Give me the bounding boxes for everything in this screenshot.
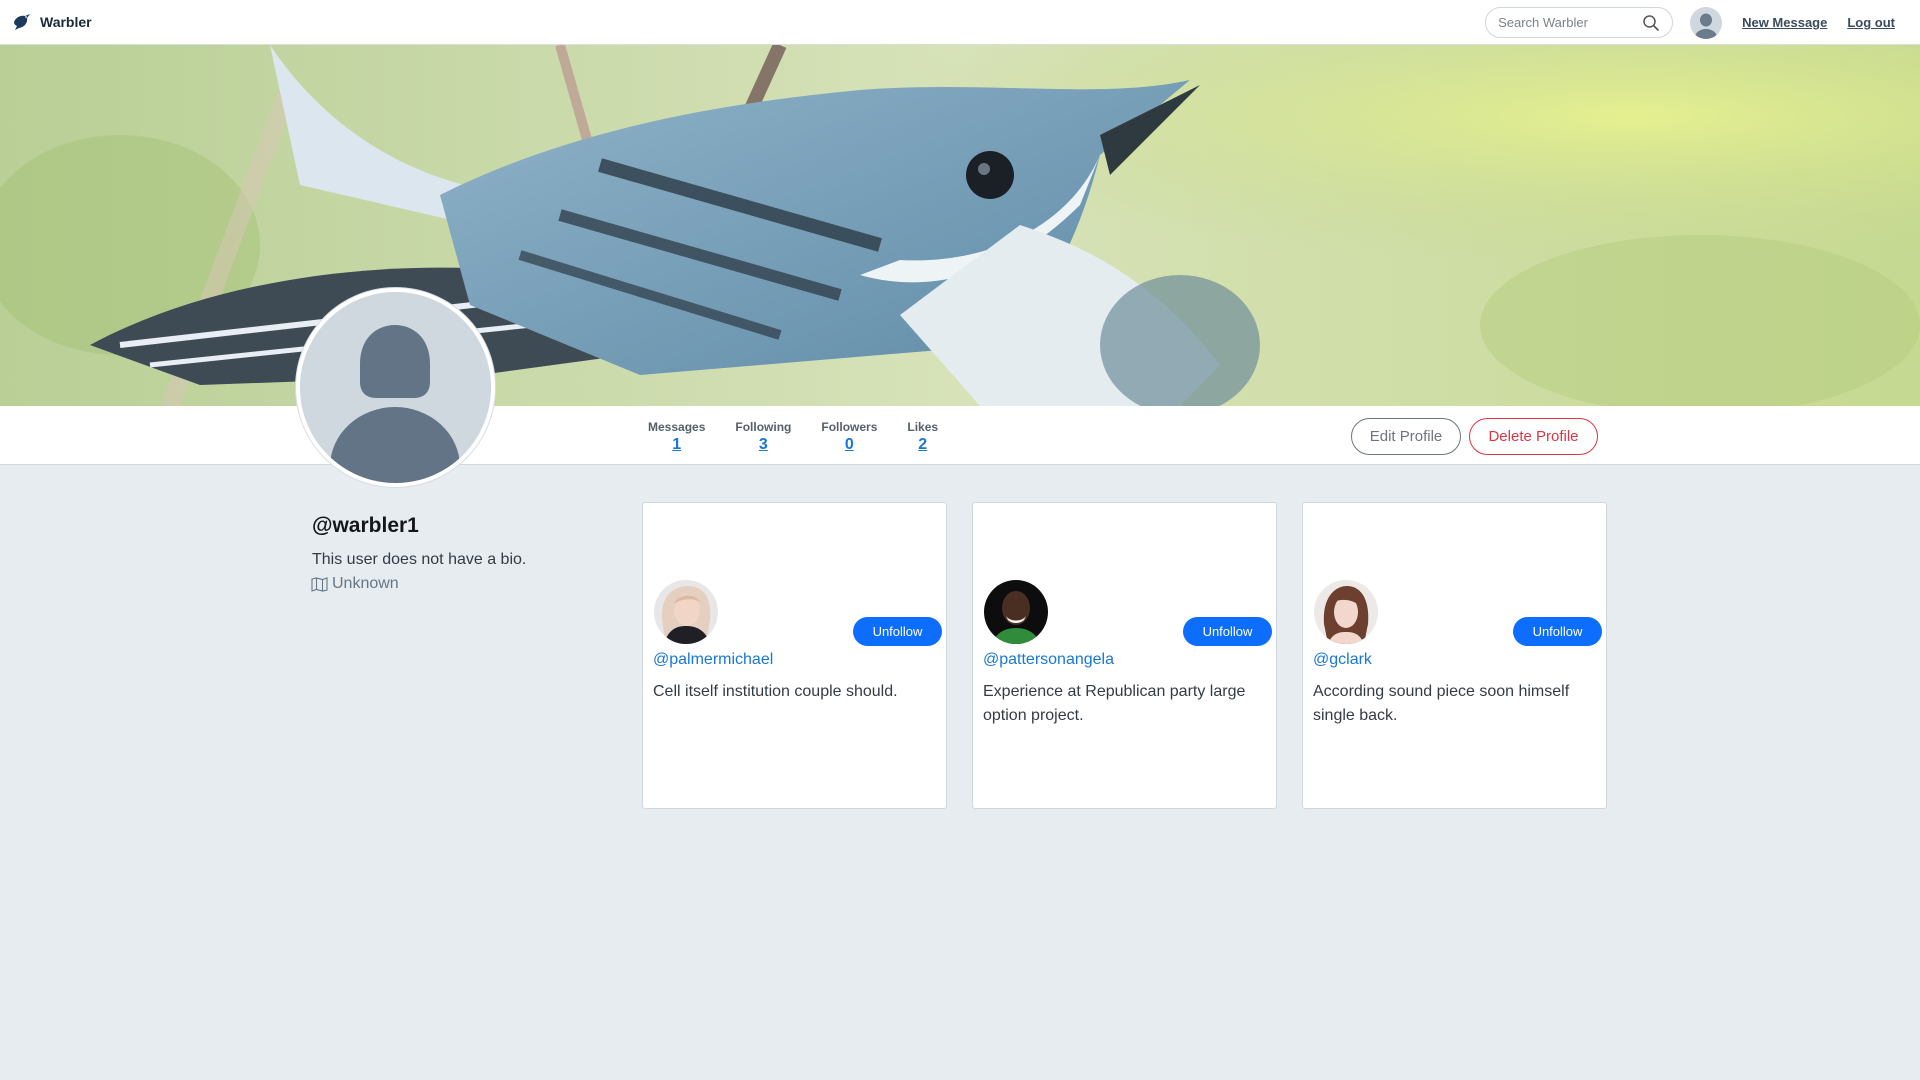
user-photo-icon bbox=[984, 580, 1048, 644]
unfollow-button[interactable]: Unfollow bbox=[853, 617, 942, 646]
user-handle-link[interactable]: @gclark bbox=[1313, 651, 1372, 669]
banner-bird-image bbox=[0, 45, 1920, 406]
new-message-link[interactable]: New Message bbox=[1742, 15, 1827, 30]
unfollow-button[interactable]: Unfollow bbox=[1183, 617, 1272, 646]
stat-messages-count[interactable]: 1 bbox=[648, 436, 705, 454]
stat-label: Followers bbox=[821, 420, 878, 434]
delete-profile-button[interactable]: Delete Profile bbox=[1469, 418, 1598, 455]
stat-followers: Followers 0 bbox=[821, 420, 877, 454]
user-avatar[interactable] bbox=[654, 580, 718, 644]
logout-link[interactable]: Log out bbox=[1847, 15, 1895, 30]
user-photo-icon bbox=[1314, 580, 1378, 644]
map-icon bbox=[311, 576, 328, 592]
edit-profile-button[interactable]: Edit Profile bbox=[1351, 418, 1461, 455]
profile-username: @warbler1 bbox=[312, 514, 419, 537]
following-card: Unfollow @pattersonangela Experience at … bbox=[972, 502, 1277, 809]
user-handle-link[interactable]: @palmermichael bbox=[653, 651, 773, 669]
default-avatar-icon bbox=[1690, 6, 1723, 39]
unfollow-button[interactable]: Unfollow bbox=[1513, 617, 1602, 646]
profile-bio: This user does not have a bio. bbox=[312, 551, 527, 568]
profile-avatar bbox=[296, 288, 495, 487]
stat-following: Following 3 bbox=[735, 420, 791, 454]
search-icon[interactable] bbox=[1642, 14, 1660, 32]
stat-likes: Likes 2 bbox=[907, 420, 938, 454]
profile-location: Unknown bbox=[311, 575, 399, 593]
search-box bbox=[1485, 7, 1674, 38]
user-bio: Experience at Republican party large opt… bbox=[983, 683, 1246, 724]
profile-banner bbox=[0, 45, 1920, 406]
user-handle-link[interactable]: @pattersonangela bbox=[983, 651, 1114, 669]
user-bio: According sound piece soon himself singl… bbox=[1313, 683, 1570, 724]
stat-followers-count[interactable]: 0 bbox=[821, 436, 877, 454]
user-avatar[interactable] bbox=[984, 580, 1048, 644]
user-photo-icon bbox=[654, 580, 718, 644]
user-bio: Cell itself institution couple should. bbox=[653, 683, 898, 700]
default-avatar-icon bbox=[300, 292, 491, 483]
stat-likes-count[interactable]: 2 bbox=[907, 436, 938, 454]
brand-link[interactable]: Warbler bbox=[12, 13, 92, 31]
location-text: Unknown bbox=[332, 575, 399, 592]
following-card: Unfollow @gclark According sound piece s… bbox=[1302, 502, 1607, 809]
brand-name: Warbler bbox=[40, 14, 92, 30]
stat-messages: Messages 1 bbox=[648, 420, 705, 454]
stat-label: Following bbox=[735, 420, 792, 434]
stat-following-count[interactable]: 3 bbox=[735, 436, 791, 454]
navbar: Warbler New Message Log out bbox=[0, 0, 1920, 45]
stat-label: Messages bbox=[648, 420, 706, 434]
stat-label: Likes bbox=[907, 420, 939, 434]
profile-stats: Messages 1 Following 3 Followers 0 Likes… bbox=[648, 420, 968, 454]
nav-right: New Message Log out bbox=[1485, 0, 1895, 45]
profile-stats-bar: Messages 1 Following 3 Followers 0 Likes… bbox=[0, 406, 1920, 465]
following-card: Unfollow @palmermichael Cell itself inst… bbox=[642, 502, 947, 809]
user-avatar[interactable] bbox=[1314, 580, 1378, 644]
warbler-logo-icon bbox=[14, 14, 30, 30]
nav-user-avatar[interactable] bbox=[1690, 6, 1723, 39]
search-input[interactable] bbox=[1498, 15, 1639, 30]
